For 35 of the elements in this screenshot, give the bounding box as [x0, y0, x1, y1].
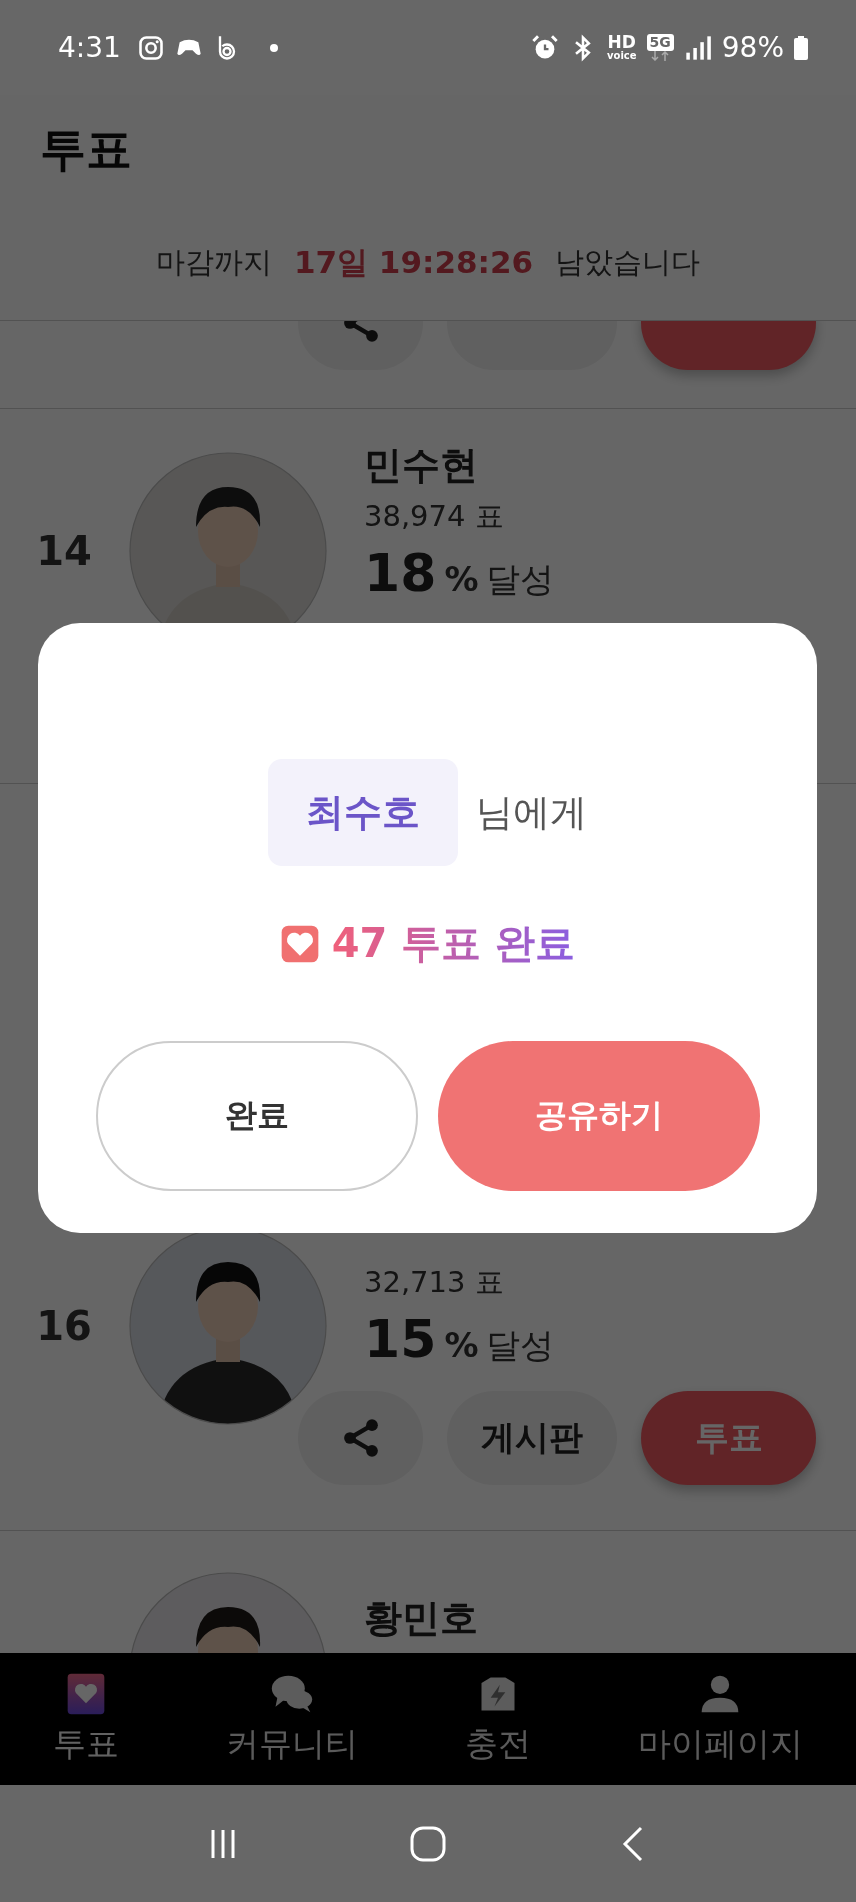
share-button[interactable]: 공유하기: [437, 1041, 760, 1191]
vote-count: 38,974 표: [364, 497, 505, 535]
battery-icon: [794, 35, 808, 60]
nav-tab[interactable]: 커뮤니티: [226, 1671, 359, 1767]
percent-sign: %: [444, 1325, 479, 1365]
vote-button[interactable]: 투표: [641, 1391, 816, 1485]
page-title: 투표: [39, 121, 133, 178]
countdown-time: 17일 19:28:26: [293, 242, 534, 282]
board-button[interactable]: 게시판: [447, 1391, 617, 1485]
achieved-label: 달성: [486, 1324, 555, 1367]
nav-tab[interactable]: 투표: [53, 1671, 120, 1767]
countdown-suffix: 남았습니다: [555, 243, 701, 281]
percent-sign: %: [444, 558, 479, 599]
countdown-label: 마감까지: [155, 243, 272, 281]
vote-count: 32,713 표: [364, 1264, 505, 1301]
candidate-name: 황민호: [364, 1595, 478, 1642]
done-button[interactable]: 완료: [95, 1041, 418, 1191]
achieved-label: 달성: [486, 557, 555, 601]
hd-label: HD: [607, 34, 636, 51]
network-label: 5G: [646, 33, 674, 52]
battery-percent: 98%: [721, 31, 784, 64]
recipient-suffix: 님에게: [476, 789, 587, 836]
percent-value: 15: [364, 1309, 437, 1369]
rank-number: 14: [36, 528, 92, 574]
rank-number: 16: [36, 1303, 92, 1349]
signal-icon: [683, 33, 712, 62]
notification-dot-icon: [268, 42, 279, 53]
nav-tab[interactable]: 마이페이지: [637, 1671, 803, 1767]
camera-icon: [136, 33, 165, 62]
nav-tab[interactable]: 충전: [464, 1671, 531, 1767]
candidate-name: 민수현: [364, 441, 479, 489]
clock-time: 4:31: [58, 31, 121, 64]
voice-label: voice: [607, 51, 637, 61]
percent-value: 18: [364, 542, 437, 603]
recipient-chip: 최수호: [268, 759, 458, 866]
